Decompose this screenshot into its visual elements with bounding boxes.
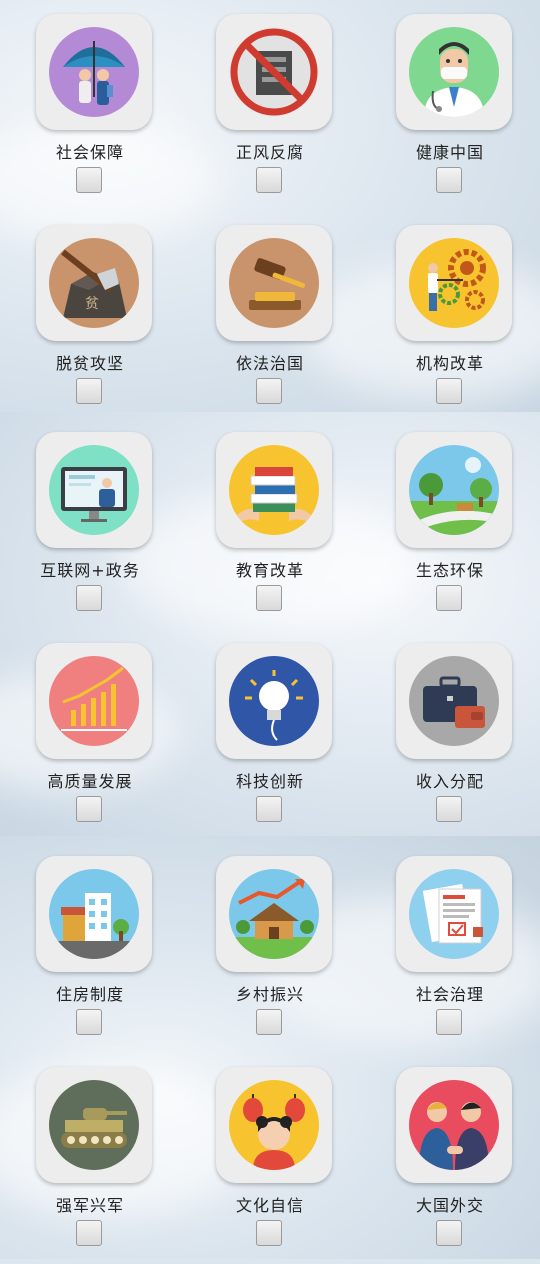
topic-item[interactable]: 收入分配 bbox=[360, 629, 540, 840]
briefcase-wallet-icon bbox=[409, 656, 499, 746]
documents-stamp-icon bbox=[409, 869, 499, 959]
village-house-icon bbox=[229, 869, 319, 959]
topic-tile[interactable] bbox=[216, 14, 332, 130]
topic-tile[interactable] bbox=[36, 432, 152, 548]
topic-checkbox[interactable] bbox=[256, 167, 282, 193]
topic-tile[interactable] bbox=[216, 432, 332, 548]
topic-item[interactable]: 文化自信 bbox=[180, 1053, 360, 1264]
topic-item[interactable]: 正风反腐 bbox=[180, 0, 360, 211]
topic-item[interactable]: 健康中国 bbox=[360, 0, 540, 211]
topic-item[interactable]: 大国外交 bbox=[360, 1053, 540, 1264]
topic-tile[interactable] bbox=[396, 14, 512, 130]
topic-checkbox[interactable] bbox=[256, 796, 282, 822]
topic-checkbox[interactable] bbox=[256, 585, 282, 611]
topic-item[interactable]: 社会治理 bbox=[360, 842, 540, 1053]
topic-item[interactable]: 贫 脱贫攻坚 bbox=[0, 211, 180, 422]
topic-label: 正风反腐 bbox=[235, 143, 304, 162]
topic-checkbox[interactable] bbox=[436, 378, 462, 404]
topic-tile[interactable] bbox=[396, 432, 512, 548]
topic-item[interactable]: 互联网+政务 bbox=[0, 418, 180, 629]
axe-rock-icon: 贫 bbox=[49, 238, 139, 328]
topic-label: 机构改革 bbox=[415, 354, 484, 373]
topic-tile[interactable] bbox=[396, 643, 512, 759]
books-icon bbox=[229, 445, 319, 535]
topic-tile[interactable] bbox=[36, 1067, 152, 1183]
topic-tile[interactable] bbox=[36, 856, 152, 972]
umbrella-family-icon bbox=[49, 27, 139, 117]
lanterns-girl-icon bbox=[229, 1080, 319, 1170]
buildings-icon bbox=[49, 869, 139, 959]
gavel-icon bbox=[229, 238, 319, 328]
landscape-icon bbox=[409, 445, 499, 535]
topic-tile[interactable] bbox=[216, 1067, 332, 1183]
topic-label: 社会保障 bbox=[55, 143, 124, 162]
topic-checkbox[interactable] bbox=[76, 1009, 102, 1035]
topic-tile[interactable] bbox=[216, 856, 332, 972]
topic-label: 社会治理 bbox=[415, 985, 484, 1004]
topic-tile[interactable] bbox=[396, 225, 512, 341]
topic-tile[interactable] bbox=[396, 1067, 512, 1183]
topic-tile[interactable] bbox=[36, 14, 152, 130]
topic-item[interactable]: 科技创新 bbox=[180, 629, 360, 840]
topic-label: 文化自信 bbox=[235, 1196, 304, 1215]
topic-label: 互联网+政务 bbox=[40, 561, 140, 580]
topic-tile[interactable] bbox=[36, 643, 152, 759]
topic-checkbox[interactable] bbox=[76, 796, 102, 822]
topic-checkbox[interactable] bbox=[76, 585, 102, 611]
anti-corruption-icon bbox=[229, 27, 319, 117]
topic-checkbox[interactable] bbox=[256, 1220, 282, 1246]
light-bulb-icon bbox=[229, 656, 319, 746]
computer-monitor-icon bbox=[49, 445, 139, 535]
topic-checkbox[interactable] bbox=[436, 1009, 462, 1035]
topic-label: 收入分配 bbox=[415, 772, 484, 791]
gears-icon bbox=[409, 238, 499, 328]
topic-label: 健康中国 bbox=[415, 143, 484, 162]
doctor-icon bbox=[409, 27, 499, 117]
topic-tile[interactable] bbox=[216, 643, 332, 759]
topic-label: 大国外交 bbox=[415, 1196, 484, 1215]
topic-label: 脱贫攻坚 bbox=[55, 354, 124, 373]
topic-item[interactable]: 教育改革 bbox=[180, 418, 360, 629]
topic-checkbox[interactable] bbox=[76, 167, 102, 193]
topic-tile[interactable] bbox=[396, 856, 512, 972]
topic-tile[interactable]: 贫 bbox=[36, 225, 152, 341]
topic-item[interactable]: 高质量发展 bbox=[0, 629, 180, 840]
tank-icon bbox=[49, 1080, 139, 1170]
topic-checkbox[interactable] bbox=[256, 378, 282, 404]
topic-label: 生态环保 bbox=[415, 561, 484, 580]
topic-checkbox[interactable] bbox=[436, 1220, 462, 1246]
svg-text:贫: 贫 bbox=[85, 296, 99, 312]
topic-checkbox[interactable] bbox=[436, 167, 462, 193]
topic-checkbox[interactable] bbox=[256, 1009, 282, 1035]
topic-label: 住房制度 bbox=[55, 985, 124, 1004]
topic-checkbox[interactable] bbox=[436, 585, 462, 611]
topic-label: 科技创新 bbox=[235, 772, 304, 791]
growth-chart-icon bbox=[49, 656, 139, 746]
topic-item[interactable]: 机构改革 bbox=[360, 211, 540, 422]
topic-item[interactable]: 强军兴军 bbox=[0, 1053, 180, 1264]
topic-checkbox[interactable] bbox=[436, 796, 462, 822]
topic-tile[interactable] bbox=[216, 225, 332, 341]
handshake-icon bbox=[409, 1080, 499, 1170]
topic-label: 高质量发展 bbox=[47, 772, 133, 791]
topic-label: 强军兴军 bbox=[55, 1196, 124, 1215]
topic-label: 教育改革 bbox=[235, 561, 304, 580]
topic-checkbox[interactable] bbox=[76, 1220, 102, 1246]
topic-item[interactable]: 生态环保 bbox=[360, 418, 540, 629]
topic-label: 依法治国 bbox=[235, 354, 304, 373]
topic-item[interactable]: 社会保障 bbox=[0, 0, 180, 211]
topic-label: 乡村振兴 bbox=[235, 985, 304, 1004]
topic-item[interactable]: 依法治国 bbox=[180, 211, 360, 422]
topic-checkbox[interactable] bbox=[76, 378, 102, 404]
topic-item[interactable]: 乡村振兴 bbox=[180, 842, 360, 1053]
topic-item[interactable]: 住房制度 bbox=[0, 842, 180, 1053]
